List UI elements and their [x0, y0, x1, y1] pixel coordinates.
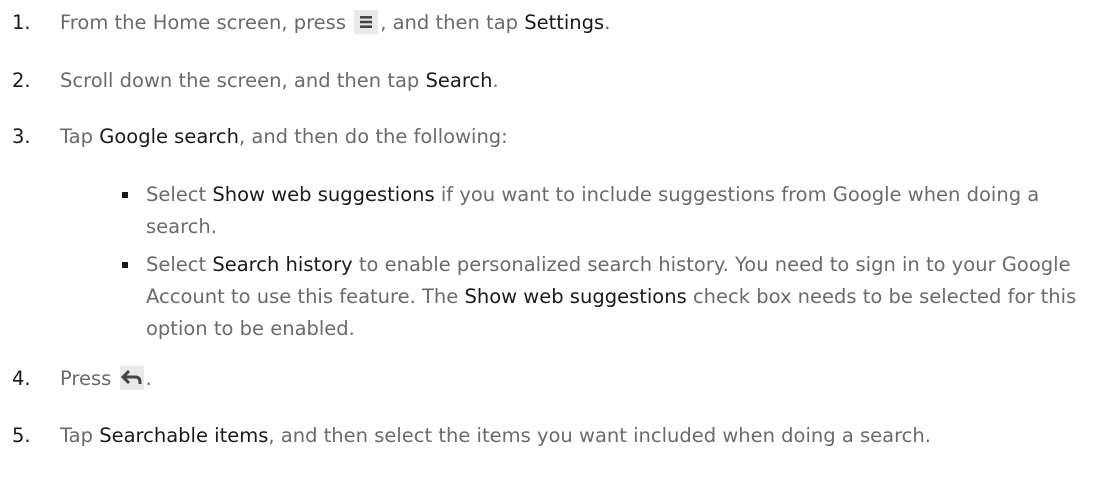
- back-arrow-icon: [119, 365, 144, 390]
- step-text: From the Home screen, press , and then t…: [60, 9, 611, 34]
- step-number: 2.: [12, 69, 31, 92]
- step-number: 1.: [12, 11, 31, 34]
- bullet-icon: [122, 262, 128, 268]
- menu-icon: [354, 9, 379, 34]
- step-number: 4.: [12, 367, 31, 390]
- instructions-document: 1. From the Home screen, press , and the…: [0, 0, 1111, 494]
- step-text: Press .: [60, 365, 152, 390]
- step-number: 5.: [12, 424, 31, 447]
- step-text: Tap Searchable items, and then select th…: [60, 424, 931, 447]
- step-number: 3.: [12, 125, 31, 148]
- bullet-icon: [122, 192, 128, 198]
- step-text: Scroll down the screen, and then tap Sea…: [60, 69, 499, 92]
- step-text: Tap Google search, and then do the follo…: [60, 125, 508, 148]
